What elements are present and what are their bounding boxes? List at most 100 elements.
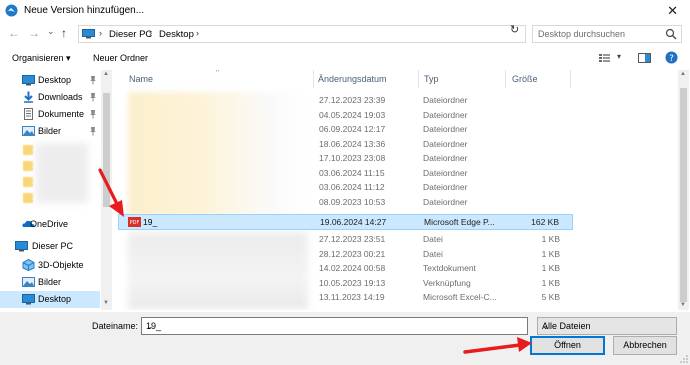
sidebar-scrollbar-thumb[interactable] — [103, 93, 110, 207]
svg-text:?: ? — [669, 54, 674, 64]
sidebar-item-documents[interactable]: Dokumente — [0, 106, 100, 123]
sidebar-item-pictures[interactable]: Bilder — [0, 274, 100, 291]
chevron-down-icon: ⌄ — [542, 321, 550, 331]
scroll-up-icon[interactable]: ▲ — [680, 71, 686, 77]
sidebar-item-this-pc[interactable]: Dieser PC — [0, 238, 100, 255]
sidebar-item-label: Dokumente — [38, 109, 85, 119]
sidebar-item-3d-objects[interactable]: 3D-Objekte — [0, 257, 100, 274]
sort-ascending-icon: ^ — [216, 70, 220, 76]
view-dropdown-icon[interactable]: ▾ — [617, 52, 621, 61]
sidebar-item-label: 3D-Objekte — [38, 260, 84, 270]
sidebar-item-label: Bilder — [38, 277, 62, 287]
chevron-down-icon[interactable]: ⌄ — [146, 321, 524, 332]
sidebar-item-label: Desktop — [38, 294, 72, 304]
3d-objects-icon — [22, 259, 35, 271]
up-icon[interactable]: ↑ — [61, 26, 67, 40]
table-row[interactable]: 13.11.2023 14:19 Microsoft Excel-C... 5 KB — [118, 290, 573, 304]
window-title: Neue Version hinzufügen... — [24, 5, 145, 16]
desktop-icon — [22, 75, 35, 86]
column-header-date[interactable]: Änderungsdatum — [318, 74, 387, 84]
breadcrumb-separator: › — [99, 28, 102, 38]
scroll-down-icon[interactable]: ▼ — [103, 300, 109, 306]
address-row: ← → ⌄ ↑ › Dieser PC › Desktop › ⌄ ↻ Desk… — [0, 22, 690, 46]
pc-icon — [82, 29, 95, 39]
back-icon[interactable]: ← — [8, 26, 20, 40]
documents-icon — [24, 108, 33, 120]
filename-input[interactable]: 19_ ⌄ — [141, 317, 528, 335]
table-row[interactable]: 28.12.2023 00:21 Datei 1 KB — [118, 247, 573, 261]
search-input[interactable]: Desktop durchsuchen — [532, 25, 682, 43]
download-icon — [24, 91, 33, 103]
table-row[interactable]: 14.02.2024 00:58 Textdokument 1 KB — [118, 261, 573, 275]
sidebar-item-label: Desktop — [38, 75, 72, 85]
table-row[interactable]: 27.12.2023 23:39 Dateiordner — [118, 93, 573, 107]
pictures-icon — [22, 277, 35, 287]
svg-text:PDF: PDF — [130, 220, 140, 226]
open-button[interactable]: Öffnen — [530, 336, 605, 355]
column-divider[interactable] — [505, 70, 506, 88]
new-folder-button[interactable]: Neuer Ordner — [93, 53, 148, 63]
file-list-scrollbar-thumb[interactable] — [680, 88, 687, 302]
organize-button[interactable]: Organisieren ▾ — [12, 53, 71, 64]
breadcrumb-desktop[interactable]: Desktop — [159, 29, 194, 40]
table-row[interactable]: 18.06.2024 13:36 Dateiordner — [118, 137, 573, 151]
sidebar-item-onedrive[interactable]: OneDrive — [0, 216, 100, 233]
preview-pane-icon[interactable] — [638, 52, 651, 64]
file-list: ^ Name Änderungsdatum Typ Größe 27.12.20… — [118, 70, 678, 310]
table-row[interactable]: 27.12.2023 23:51 Datei 1 KB — [118, 232, 573, 246]
command-bar: Organisieren ▾ Neuer Ordner ▾ ? — [0, 46, 690, 70]
breadcrumb-separator: › — [149, 28, 152, 38]
sidebar-item-desktop-quick[interactable]: Desktop — [0, 72, 100, 89]
filename-label: Dateiname: — [92, 321, 139, 331]
sidebar-item-desktop[interactable]: Desktop — [0, 291, 100, 308]
table-row[interactable]: 06.09.2024 12:17 Dateiordner — [118, 122, 573, 136]
app-logo-icon — [5, 4, 18, 17]
cancel-button[interactable]: Abbrechen — [613, 336, 677, 355]
breadcrumb-this-pc[interactable]: Dieser PC — [109, 29, 152, 40]
scroll-up-icon[interactable]: ▲ — [103, 71, 109, 77]
pictures-icon — [22, 126, 35, 136]
title-bar: Neue Version hinzufügen... ✕ — [0, 0, 690, 22]
column-header-type[interactable]: Typ — [424, 74, 439, 84]
redacted-area — [36, 143, 88, 203]
column-header-name[interactable]: Name — [129, 74, 153, 84]
forward-icon[interactable]: → — [28, 26, 40, 40]
search-placeholder: Desktop durchsuchen — [538, 29, 626, 39]
sidebar-item-label: OneDrive — [30, 219, 69, 229]
pin-icon — [90, 93, 96, 102]
sidebar-item-pictures-quick[interactable]: Bilder — [0, 123, 100, 140]
column-divider[interactable] — [418, 70, 419, 88]
file-type-select[interactable]: Alle Dateien ⌄ — [537, 317, 677, 335]
dialog-footer: Dateiname: 19_ ⌄ Alle Dateien ⌄ Öffnen A… — [0, 312, 690, 365]
column-header-size[interactable]: Größe — [512, 74, 538, 84]
pin-icon — [90, 110, 96, 119]
close-icon[interactable]: ✕ — [667, 3, 678, 19]
sidebar-item-label: Bilder — [38, 126, 62, 136]
sidebar-item-label: Dieser PC — [32, 241, 74, 251]
table-row[interactable]: 03.06.2024 11:12 Dateiordner — [118, 180, 573, 194]
refresh-icon[interactable]: ↻ — [510, 23, 519, 36]
table-row[interactable]: 10.05.2023 19:13 Verknüpfung 1 KB — [118, 276, 573, 290]
address-bar[interactable]: › Dieser PC › Desktop › ⌄ — [78, 25, 580, 43]
desktop-icon — [22, 294, 35, 305]
sidebar-item-downloads[interactable]: Downloads — [0, 89, 100, 106]
file-name: 19_ — [143, 217, 158, 227]
table-row[interactable]: 04.05.2024 19:03 Dateiordner — [118, 108, 573, 122]
table-row[interactable]: 08.09.2023 10:53 Dateiordner — [118, 195, 573, 209]
table-row-selected[interactable]: PDF 19_ 19.06.2024 14:27 Microsoft Edge … — [118, 214, 573, 230]
resize-grip-icon[interactable] — [680, 355, 688, 363]
table-row[interactable]: 03.06.2024 11:15 Dateiordner — [118, 166, 573, 180]
recent-locations-icon[interactable]: ⌄ — [47, 26, 55, 37]
column-divider[interactable] — [313, 70, 314, 88]
column-divider[interactable] — [570, 70, 571, 88]
scroll-down-icon[interactable]: ▼ — [680, 302, 686, 308]
search-icon — [665, 28, 677, 40]
help-icon[interactable]: ? — [665, 51, 678, 64]
folder-icon — [23, 145, 33, 203]
pc-icon — [15, 241, 28, 252]
pin-icon — [90, 76, 96, 85]
breadcrumb-separator: › — [196, 28, 199, 38]
table-row[interactable]: 17.10.2023 23:08 Dateiordner — [118, 151, 573, 165]
pdf-icon: PDF — [128, 217, 141, 227]
view-options-icon[interactable] — [598, 52, 612, 64]
